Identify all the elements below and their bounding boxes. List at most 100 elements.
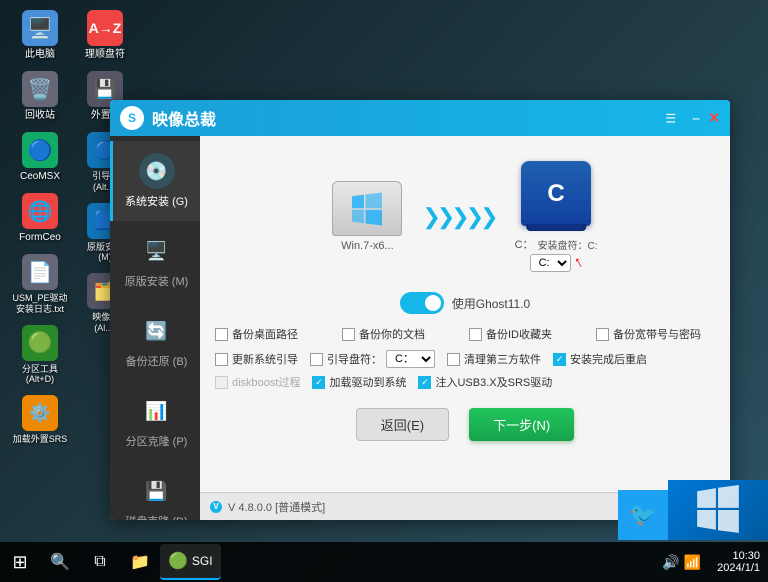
- sgi-button[interactable]: 🟢 SGI: [160, 544, 221, 580]
- toggle-row: 使用Ghost11.0: [215, 292, 715, 314]
- sidebar-item-disk-clone[interactable]: 💾 磁盘克隆 (D): [110, 461, 200, 520]
- desktop-icons-col1: 🖥️ 此电脑 🗑️ 回收站 🔵 CeoMSX 🌐 FormCeo 📄: [10, 10, 70, 445]
- backup-restore-icon: 🔄: [139, 313, 175, 349]
- taskbar-tray: 🔊 📶: [654, 554, 709, 571]
- target-main-label: 安装盘符：C:: [538, 237, 598, 252]
- main-content: Win.7-x6... ❯❯❯❯❯ C C： 安: [200, 136, 730, 520]
- app-controls: ☰ − ✕: [665, 110, 720, 127]
- menu-icon[interactable]: ☰: [665, 111, 676, 125]
- file-explorer-button[interactable]: 📁: [120, 544, 160, 580]
- checkbox-diskboost[interactable]: diskboost过程: [215, 374, 300, 390]
- minimize-button[interactable]: −: [692, 110, 700, 126]
- sidebar-item-label: 原版安装 (M): [125, 273, 189, 289]
- cb-clear-third-party[interactable]: [447, 353, 460, 366]
- checkbox-backup-docs[interactable]: 备份你的文档: [342, 326, 461, 342]
- next-button[interactable]: 下一步(N): [469, 408, 574, 441]
- version-text: V 4.8.0.0 [普通模式]: [228, 499, 325, 515]
- desktop-icon-partition-tool[interactable]: 🟢 分区工具(Alt+D): [10, 325, 70, 386]
- cb-add-driver[interactable]: ✓: [312, 376, 325, 389]
- source-disk-icon: [332, 181, 402, 236]
- system-install-icon: 💿: [139, 153, 175, 189]
- sidebar-item-label: 备份还原 (B): [126, 353, 188, 369]
- desktop-icon-this-pc[interactable]: 🖥️ 此电脑: [10, 10, 70, 61]
- sgi-label: SGI: [192, 554, 213, 568]
- cb-backup-desktop[interactable]: [215, 328, 228, 341]
- partition-clone-icon: 📊: [139, 393, 175, 429]
- app-title: 映像总裁: [152, 106, 216, 130]
- sidebar: 💿 系统安装 (G) 🖥️ 原版安装 (M) 🔄 备份还原 (B) 📊 分区克隆…: [110, 136, 200, 520]
- sidebar-item-label: 磁盘克隆 (D): [125, 513, 187, 520]
- checkbox-update-bootloader[interactable]: 更新系统引导: [215, 351, 298, 367]
- ghost-toggle[interactable]: [400, 292, 444, 314]
- desktop-icon-ceo-msx[interactable]: 🔵 CeoMSX: [10, 132, 70, 183]
- cb-backup-id[interactable]: [469, 328, 482, 341]
- sidebar-item-label: 系统安装 (G): [125, 193, 188, 209]
- back-button[interactable]: 返回(E): [356, 408, 449, 441]
- arrows-right: ❯❯❯❯❯: [422, 204, 494, 230]
- buttons-row: 返回(E) 下一步(N): [215, 408, 715, 441]
- desktop: 🖥️ 此电脑 🗑️ 回收站 🔵 CeoMSX 🌐 FormCeo 📄: [0, 0, 768, 582]
- tray-network: 📶: [684, 554, 701, 571]
- install-diagram: Win.7-x6... ❯❯❯❯❯ C C： 安: [215, 161, 715, 272]
- app-titlebar: S 映像总裁 ☰ − ✕: [110, 100, 730, 136]
- checkbox-backup-wifi[interactable]: 备份宽带号与密码: [596, 326, 715, 342]
- sidebar-item-original-install[interactable]: 🖥️ 原版安装 (M): [110, 221, 200, 301]
- taskbar-clock: 10:30 2024/1/1: [709, 550, 768, 574]
- target-disk: C C： 安装盘符：C: C: ↑: [515, 161, 598, 272]
- desktop-icon-recycle-bin[interactable]: 🗑️ 回收站: [10, 71, 70, 122]
- cb-update-bootloader[interactable]: [215, 353, 228, 366]
- red-arrow-indicator: ↑: [571, 253, 587, 273]
- target-disk-label: C：: [515, 236, 534, 252]
- app-window: S 映像总裁 ☰ − ✕ 💿 系统安装 (G) 🖥️ 原版安装 (M): [110, 100, 730, 520]
- version-dot: V: [210, 501, 222, 513]
- ghost-toggle-label: 使用Ghost11.0: [452, 295, 530, 312]
- checkbox-backup-desktop[interactable]: 备份桌面路径: [215, 326, 334, 342]
- source-disk-label: Win.7-x6...: [341, 240, 394, 252]
- task-view-icon: ⧉: [94, 553, 105, 571]
- cb-backup-wifi[interactable]: [596, 328, 609, 341]
- target-drive-icon: C: [521, 161, 591, 226]
- tray-icon: 🔊: [662, 554, 679, 571]
- sidebar-item-system-install[interactable]: 💿 系统安装 (G): [110, 141, 200, 221]
- app-logo: S: [120, 106, 144, 130]
- options-row2: diskboost过程 ✓ 加载驱动到系统 ✓ 注入USB3.X及SRS驱动: [215, 374, 715, 390]
- sidebar-item-backup-restore[interactable]: 🔄 备份还原 (B): [110, 301, 200, 381]
- start-icon: ⊞: [12, 552, 27, 573]
- cb-boot-symbol[interactable]: [310, 353, 323, 366]
- app-body: 💿 系统安装 (G) 🖥️ 原版安装 (M) 🔄 备份还原 (B) 📊 分区克隆…: [110, 136, 730, 520]
- windows-social-icon: [668, 480, 768, 540]
- target-drive-select[interactable]: C:: [530, 254, 571, 272]
- checkbox-inject-usb[interactable]: ✓ 注入USB3.X及SRS驱动: [418, 374, 552, 390]
- sidebar-item-label: 分区克隆 (P): [126, 433, 188, 449]
- option-boot-symbol: 引导盘符： C：: [310, 350, 435, 368]
- checkbox-clear-third-party[interactable]: 清理第三方软件: [447, 351, 541, 367]
- sgi-icon: 🟢: [168, 551, 188, 571]
- desktop-icon-az[interactable]: A→Z 理顺盘符: [75, 10, 135, 61]
- cb-backup-docs[interactable]: [342, 328, 355, 341]
- desktop-icon-usm-pe[interactable]: 📄 USM_PE驱动安装日志.txt: [10, 254, 70, 315]
- disk-clone-icon: 💾: [139, 473, 175, 509]
- checkbox-restart-after[interactable]: ✓ 安装完成后重启: [553, 351, 647, 367]
- twitter-icon[interactable]: 🐦: [618, 490, 668, 540]
- cb-diskboost[interactable]: [215, 376, 228, 389]
- task-view-button[interactable]: ⧉: [80, 544, 120, 580]
- social-tray: 🐦: [618, 480, 768, 540]
- cb-restart-after[interactable]: ✓: [553, 353, 566, 366]
- desktop-icon-formceo[interactable]: 🌐 FormCeo: [10, 193, 70, 244]
- checkboxes-grid: 备份桌面路径 备份你的文档 备份ID收藏夹 备份宽带号与密码: [215, 326, 715, 342]
- original-install-icon: 🖥️: [139, 233, 175, 269]
- desktop-icon-load-external[interactable]: ⚙️ 加载外置SRS: [10, 395, 70, 445]
- source-disk: Win.7-x6...: [332, 181, 402, 252]
- search-icon: 🔍: [50, 552, 70, 572]
- target-select-row: C： 安装盘符：C:: [515, 236, 598, 252]
- options-row: 更新系统引导 引导盘符： C： 清理第三方软件 ✓: [215, 350, 715, 368]
- checkbox-add-driver[interactable]: ✓ 加载驱动到系统: [312, 374, 406, 390]
- checkbox-backup-id[interactable]: 备份ID收藏夹: [469, 326, 588, 342]
- sidebar-item-partition-clone[interactable]: 📊 分区克隆 (P): [110, 381, 200, 461]
- taskbar: ⊞ 🔍 ⧉ 📁 🟢 SGI 🔊 📶 10:30 2024/1/1: [0, 542, 768, 582]
- search-button[interactable]: 🔍: [40, 544, 80, 580]
- start-button[interactable]: ⊞: [0, 544, 40, 580]
- cb-inject-usb[interactable]: ✓: [418, 376, 431, 389]
- close-button[interactable]: ✕: [708, 110, 720, 127]
- boot-select[interactable]: C：: [386, 350, 435, 368]
